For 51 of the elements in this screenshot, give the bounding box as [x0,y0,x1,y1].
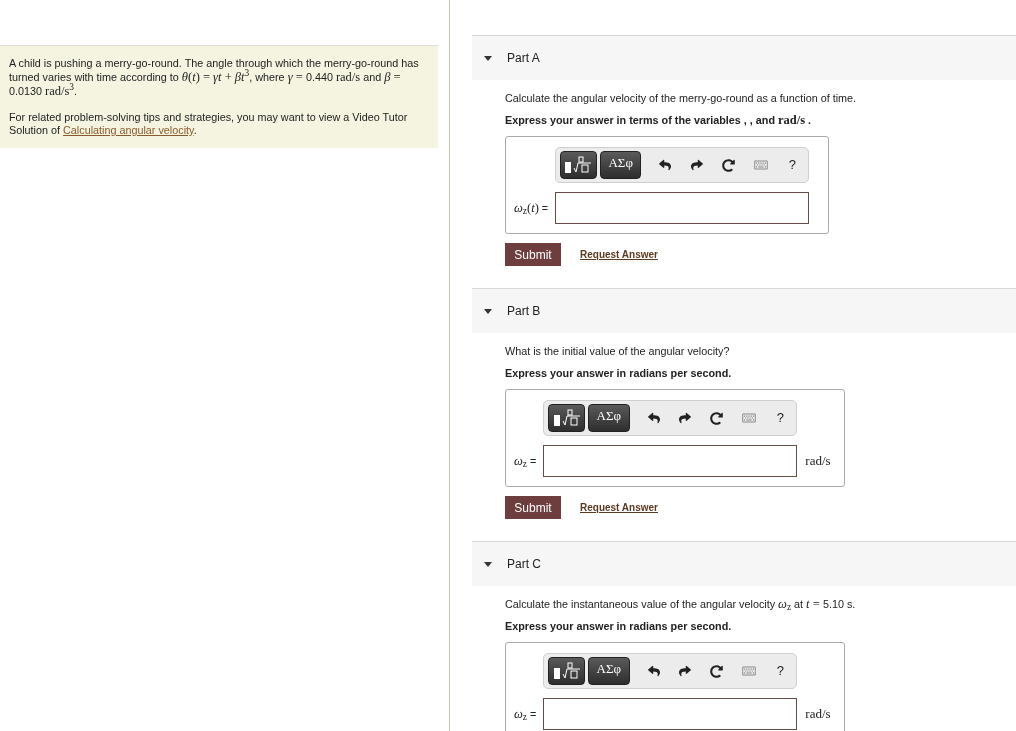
undo-icon[interactable] [647,665,660,677]
caret-down-icon[interactable] [484,307,492,315]
submit-button[interactable]: Submit [505,243,561,266]
reset-icon[interactable] [722,158,736,172]
reset-icon[interactable] [710,664,724,678]
part-header[interactable]: Part B [472,288,1016,333]
instruction-text: Express your answer in radians per second. [505,619,732,633]
answer-label: ω$_{z}$(t) = [514,199,550,218]
question-text: Calculate the angular velocity of the merry-go-round as a function of time. [505,91,857,105]
submit-button[interactable]: Submit [505,496,561,519]
request-answer-link[interactable]: Request Answer [580,500,658,515]
instruction-text: Express your answer in terms of the variables , , and rad/s . [505,113,812,127]
tutor-solution-link[interactable]: Calculating angular velocity [63,124,194,136]
template-root-icon [564,156,593,174]
symbols-button[interactable]: ΑΣφ [588,657,630,685]
templates-button[interactable] [548,657,585,685]
answer-input[interactable] [555,192,810,224]
part-title: Part A [507,50,540,67]
symbols-button[interactable]: ΑΣφ [599,151,642,179]
help-button[interactable]: ? [764,661,797,681]
request-answer-link[interactable]: Request Answer [580,247,658,262]
template-root-icon [552,662,581,680]
redo-icon[interactable] [679,412,692,424]
answer-label: ω$_{z}$ = [514,705,538,724]
help-button[interactable]: ? [776,155,809,175]
answer-input[interactable] [543,698,798,730]
part-title: Part C [507,556,541,573]
caret-down-icon[interactable] [484,54,492,62]
caret-down-icon[interactable] [484,560,492,568]
templates-button[interactable] [548,404,585,432]
unit-label: rad/s [805,452,831,471]
undo-icon[interactable] [659,159,672,171]
part-title: Part B [507,303,541,320]
problem-statement: A child is pushing a merry-go-round. The angle through which the merry-go-round has turned varies with time according to θ(t) = γt + βt$^{3}$, where γ = 0.440 rad/s and β = 0.0130 rad/s$^{3}$. [9,56,420,98]
templates-button[interactable] [560,151,597,179]
answer-input[interactable] [543,445,798,477]
unit-label: rad/s [805,705,831,724]
instruction-text: Express your answer in radians per second. [505,366,732,380]
part-header[interactable]: Part A [472,35,1016,80]
help-button[interactable]: ? [764,408,797,428]
question-text: Calculate the instantaneous value of the angular velocity ω$_{z}$ at t = 5.10 s. [505,597,856,611]
redo-icon[interactable] [691,159,704,171]
reset-icon[interactable] [710,411,724,425]
answer-label: ω$_{z}$ = [514,452,538,471]
redo-icon[interactable] [679,665,692,677]
part-header[interactable]: Part C [472,541,1016,586]
symbols-button[interactable]: ΑΣφ [588,404,630,432]
template-root-icon [552,409,581,427]
tutor-tip-text: For related problem-solving tips and strategies, you may want to view a Video Tutor Solution of Calculating angular velocity. [9,111,409,137]
question-text: What is the initial value of the angular velocity? [505,344,730,358]
undo-icon[interactable] [647,412,660,424]
